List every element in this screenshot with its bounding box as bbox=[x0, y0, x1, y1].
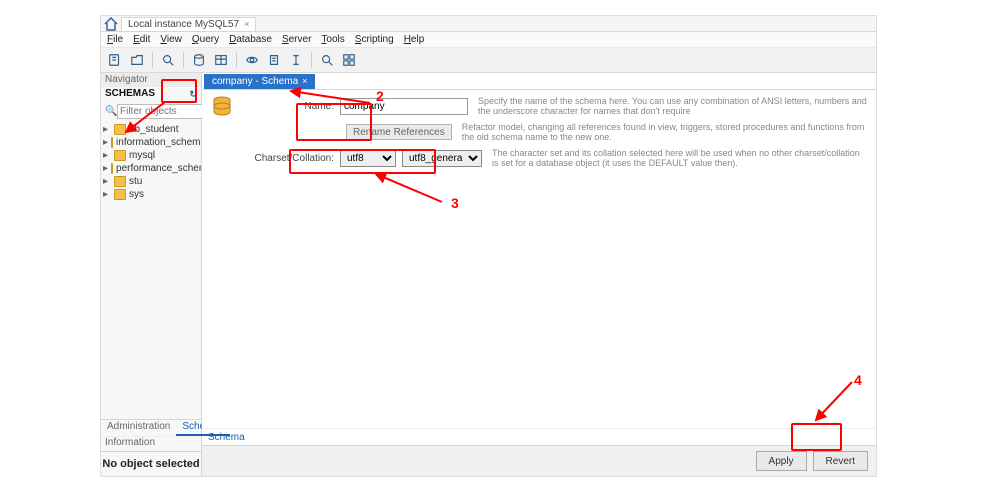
open-sql-icon[interactable] bbox=[127, 50, 147, 70]
no-object-selected: No object selected bbox=[101, 451, 201, 476]
schemas-header: SCHEMAS ↻ bbox=[101, 87, 201, 101]
schema-form: Name: Specify the name of the schema her… bbox=[202, 90, 876, 428]
app-window: Local instance MySQL57 × File Edit View … bbox=[100, 15, 877, 477]
menu-query[interactable]: Query bbox=[192, 34, 219, 45]
charset-select[interactable]: utf8 bbox=[340, 150, 396, 167]
collation-select[interactable]: utf8_general_ci bbox=[402, 150, 482, 167]
new-sql-tab-icon[interactable] bbox=[105, 50, 125, 70]
menu-database[interactable]: Database bbox=[229, 34, 272, 45]
search-icon[interactable] bbox=[317, 50, 337, 70]
schema-subtab[interactable]: Schema bbox=[202, 428, 876, 445]
charset-hint: The character set and its collation sele… bbox=[482, 148, 868, 168]
apply-button[interactable]: Apply bbox=[756, 451, 807, 471]
tree-item[interactable]: ▸information_schema bbox=[103, 136, 199, 149]
information-header: Information bbox=[101, 436, 201, 451]
dashboard-icon[interactable] bbox=[339, 50, 359, 70]
schema-editor-tab-label: company - Schema bbox=[212, 74, 298, 89]
tree-item[interactable]: ▸mysql bbox=[103, 149, 199, 162]
tree-item[interactable]: ▸stu bbox=[103, 175, 199, 188]
menubar: File Edit View Query Database Server Too… bbox=[101, 32, 876, 48]
create-view-icon[interactable] bbox=[242, 50, 262, 70]
refresh-icon[interactable]: ↻ bbox=[189, 87, 197, 101]
tree-item[interactable]: ▸performance_schema bbox=[103, 162, 199, 175]
editor-footer: Apply Revert bbox=[202, 445, 876, 476]
menu-tools[interactable]: Tools bbox=[321, 34, 344, 45]
navigator-tabs: Administration Schemas bbox=[101, 419, 201, 436]
schema-name-input[interactable] bbox=[340, 98, 468, 115]
rename-hint: Refactor model, changing all references … bbox=[452, 122, 868, 142]
create-function-icon[interactable] bbox=[286, 50, 306, 70]
create-table-icon[interactable] bbox=[211, 50, 231, 70]
schema-icon bbox=[210, 94, 234, 118]
schemas-header-label: SCHEMAS bbox=[105, 87, 155, 101]
rename-references-button[interactable]: Rename References bbox=[346, 124, 452, 140]
inspector-icon[interactable] bbox=[158, 50, 178, 70]
window-tabbar: Local instance MySQL57 × bbox=[101, 16, 876, 32]
filter-search-icon: 🔍 bbox=[105, 106, 117, 117]
editor-area: company - Schema × Name: Specify the nam… bbox=[202, 73, 876, 476]
menu-server[interactable]: Server bbox=[282, 34, 311, 45]
revert-button[interactable]: Revert bbox=[813, 451, 868, 471]
menu-view[interactable]: View bbox=[160, 34, 182, 45]
toolbar bbox=[101, 48, 876, 73]
navigator-panel: Navigator SCHEMAS ↻ 🔍 ▸db_student ▸infor… bbox=[101, 73, 202, 476]
schema-tree: ▸db_student ▸information_schema ▸mysql ▸… bbox=[101, 121, 201, 419]
tree-item[interactable]: ▸db_student bbox=[103, 123, 199, 136]
filter-row: 🔍 bbox=[105, 103, 197, 119]
menu-edit[interactable]: Edit bbox=[133, 34, 150, 45]
home-icon[interactable] bbox=[103, 17, 119, 30]
menu-scripting[interactable]: Scripting bbox=[355, 34, 394, 45]
create-procedure-icon[interactable] bbox=[264, 50, 284, 70]
connection-tab-label: Local instance MySQL57 bbox=[128, 18, 239, 31]
create-schema-icon[interactable] bbox=[189, 50, 209, 70]
charset-label: Charset/Collation: bbox=[246, 153, 340, 164]
menu-file[interactable]: File bbox=[107, 34, 123, 45]
tree-item[interactable]: ▸sys bbox=[103, 188, 199, 201]
connection-tab[interactable]: Local instance MySQL57 × bbox=[121, 17, 256, 31]
close-icon[interactable]: × bbox=[244, 18, 249, 31]
menu-help[interactable]: Help bbox=[404, 34, 425, 45]
close-icon[interactable]: × bbox=[302, 74, 307, 89]
editor-tabbar: company - Schema × bbox=[202, 73, 876, 90]
name-label: Name: bbox=[246, 101, 340, 112]
schema-editor-tab[interactable]: company - Schema × bbox=[204, 74, 315, 89]
name-hint: Specify the name of the schema here. You… bbox=[468, 96, 868, 116]
navigator-title: Navigator bbox=[101, 73, 201, 87]
tab-administration[interactable]: Administration bbox=[101, 420, 176, 436]
